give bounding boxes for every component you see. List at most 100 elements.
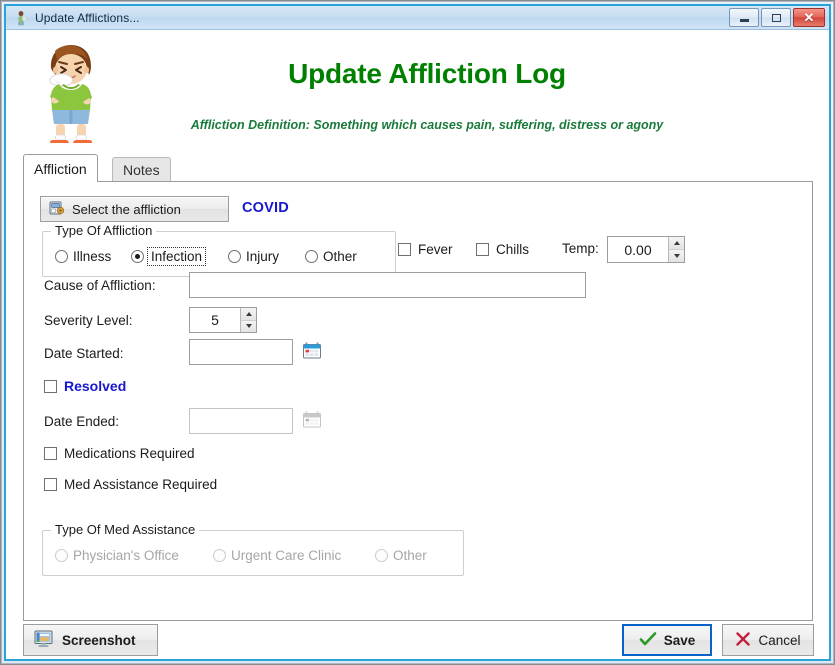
checkbox-fever-label: Fever <box>418 242 453 257</box>
temp-decrement-button[interactable] <box>669 249 684 262</box>
temp-stepper[interactable]: 0.00 <box>607 236 685 263</box>
chevron-up-icon <box>673 241 680 245</box>
date-ended-input[interactable] <box>189 408 293 434</box>
temp-label: Temp: <box>562 241 599 256</box>
maximize-icon <box>771 13 781 22</box>
tab-affliction[interactable]: Affliction <box>23 154 98 182</box>
radio-illness-label: Illness <box>73 249 112 264</box>
severity-value[interactable]: 5 <box>190 308 240 332</box>
tab-affliction-label: Affliction <box>34 160 87 177</box>
radio-infection[interactable]: Infection <box>131 247 207 266</box>
select-affliction-button[interactable]: Select the affliction <box>40 196 229 222</box>
checkbox-medications-required-icon <box>44 447 57 460</box>
radio-physicians-office-icon <box>55 549 68 562</box>
tab-notes[interactable]: Notes <box>112 157 171 181</box>
checkbox-medications-required-label: Medications Required <box>64 446 195 461</box>
date-started-input[interactable] <box>189 339 293 365</box>
save-button[interactable]: Save <box>622 624 712 656</box>
checkbox-chills-label: Chills <box>496 242 530 257</box>
tab-notes-label: Notes <box>123 161 160 178</box>
minimize-icon <box>739 19 749 22</box>
checkbox-resolved-icon <box>44 379 57 393</box>
application-window: Update Afflictions... ✕ Update Afflictio… <box>0 0 835 665</box>
cause-label: Cause of Affliction: <box>44 278 156 293</box>
checkbox-chills[interactable]: Chills <box>476 242 529 257</box>
screenshot-button[interactable]: Screenshot <box>23 624 158 656</box>
window-controls: ✕ <box>729 8 825 27</box>
chevron-down-icon <box>245 324 252 329</box>
checkbox-med-assistance-required[interactable]: Med Assistance Required <box>44 477 217 492</box>
severity-stepper[interactable]: 5 <box>189 307 257 333</box>
checkmark-icon <box>639 631 657 650</box>
checkbox-medications-required[interactable]: Medications Required <box>44 446 195 461</box>
checkbox-resolved[interactable]: Resolved <box>44 378 126 394</box>
checkbox-chills-icon <box>476 243 489 256</box>
person-icon <box>13 10 29 26</box>
radio-other-affliction-icon <box>305 250 318 263</box>
page-title: Update Affliction Log <box>288 58 566 89</box>
radio-urgent-care-clinic-label: Urgent Care Clinic <box>231 548 342 563</box>
radio-illness[interactable]: Illness <box>55 249 111 264</box>
checkbox-fever-icon <box>398 243 411 256</box>
sick-boy-sneezing-icon <box>31 42 111 152</box>
cancel-button-label: Cancel <box>758 632 801 648</box>
maximize-button[interactable] <box>761 8 791 27</box>
severity-decrement-button[interactable] <box>241 319 256 332</box>
footer-bar: Screenshot Save Cancel <box>7 621 828 659</box>
client-area: Update Affliction Log Affliction Definit… <box>7 30 828 659</box>
cancel-button[interactable]: Cancel <box>722 624 814 656</box>
type-of-affliction-group: Type Of Affliction Illness Infection Inj… <box>42 223 396 277</box>
radio-injury[interactable]: Injury <box>228 249 279 264</box>
temp-stepper-buttons <box>668 237 684 262</box>
save-button-label: Save <box>663 632 696 648</box>
checkbox-med-assistance-required-label: Med Assistance Required <box>64 477 218 492</box>
temp-increment-button[interactable] <box>669 237 684 249</box>
selected-affliction-value: COVID <box>242 200 289 216</box>
window-title: Update Afflictions... <box>35 10 140 25</box>
radio-infection-icon <box>131 250 144 263</box>
screenshot-button-label: Screenshot <box>62 632 136 648</box>
select-database-icon <box>49 200 65 219</box>
checkbox-med-assistance-required-icon <box>44 478 57 491</box>
affliction-tab-panel: Select the affliction COVID Type Of Affl… <box>23 181 813 621</box>
close-button[interactable]: ✕ <box>793 8 825 27</box>
select-affliction-button-label: Select the affliction <box>72 201 181 217</box>
date-ended-calendar-icon[interactable] <box>303 411 321 428</box>
severity-stepper-buttons <box>240 308 256 332</box>
type-of-med-assistance-legend: Type Of Med Assistance <box>51 522 200 537</box>
radio-other-med-assistance: Other <box>375 548 427 563</box>
chevron-up-icon <box>245 311 252 316</box>
radio-infection-label: Infection <box>146 247 207 266</box>
checkbox-resolved-label: Resolved <box>64 378 127 394</box>
date-started-calendar-icon[interactable] <box>303 342 321 359</box>
tab-strip: Affliction Notes <box>23 154 813 182</box>
radio-other-med-assistance-label: Other <box>393 548 427 563</box>
monitor-screenshot-icon <box>34 630 54 651</box>
radio-physicians-office: Physician's Office <box>55 548 179 563</box>
radio-urgent-care-clinic-icon <box>213 549 226 562</box>
radio-injury-icon <box>228 250 241 263</box>
temp-value[interactable]: 0.00 <box>608 237 668 262</box>
radio-illness-icon <box>55 250 68 263</box>
severity-label: Severity Level: <box>44 313 133 328</box>
type-of-affliction-legend: Type Of Affliction <box>51 223 157 238</box>
close-icon: ✕ <box>803 10 815 25</box>
radio-physicians-office-label: Physician's Office <box>73 548 179 563</box>
radio-other-affliction-label: Other <box>323 249 357 264</box>
severity-increment-button[interactable] <box>241 308 256 320</box>
type-of-med-assistance-group: Type Of Med Assistance Physician's Offic… <box>42 522 464 576</box>
date-started-label: Date Started: <box>44 346 124 361</box>
minimize-button[interactable] <box>729 8 759 27</box>
radio-other-med-assistance-icon <box>375 549 388 562</box>
date-ended-label: Date Ended: <box>44 414 120 429</box>
checkbox-fever[interactable]: Fever <box>398 242 453 257</box>
title-bar: Update Afflictions... ✕ <box>6 6 829 30</box>
radio-other-affliction[interactable]: Other <box>305 249 357 264</box>
page-header: Update Affliction Log Affliction Definit… <box>7 30 828 152</box>
chevron-down-icon <box>673 254 680 258</box>
cause-input[interactable] <box>189 272 586 298</box>
radio-injury-label: Injury <box>246 249 280 264</box>
page-subtitle: Affliction Definition: Something which c… <box>190 118 664 132</box>
radio-urgent-care-clinic: Urgent Care Clinic <box>213 548 341 563</box>
x-mark-icon <box>735 631 751 650</box>
